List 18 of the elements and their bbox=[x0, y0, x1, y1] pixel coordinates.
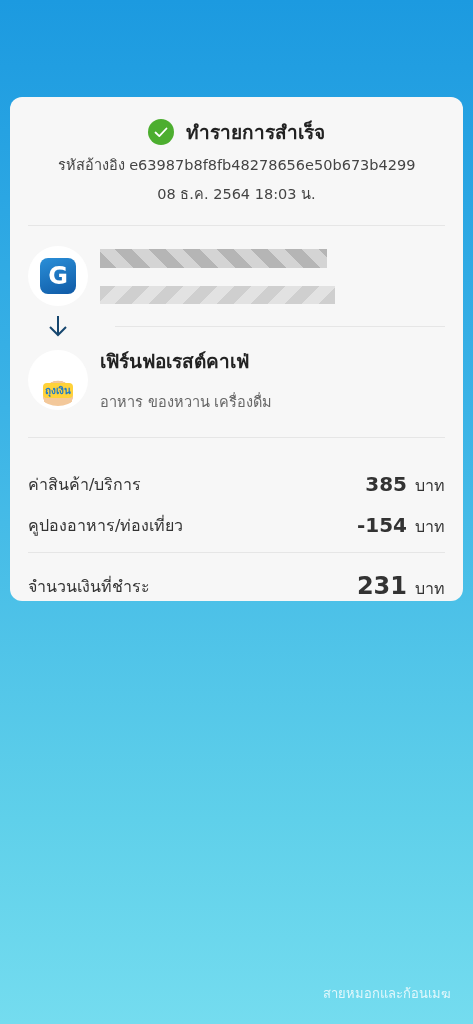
amount-label: คูปองอาหาร/ท่องเที่ยว bbox=[28, 514, 184, 538]
currency-unit: บาท bbox=[415, 515, 445, 538]
check-icon bbox=[148, 119, 174, 145]
theme-name: สายหมอกและก้อนเมฆ bbox=[323, 985, 451, 1003]
currency-unit: บาท bbox=[415, 577, 445, 600]
amount-value: 231 bbox=[356, 571, 407, 600]
merchant-category: อาหาร ของหวาน เครื่องดื่ม bbox=[100, 391, 273, 412]
amount-value: -154 bbox=[356, 512, 407, 537]
app-logo-icon: G bbox=[40, 258, 76, 294]
transaction-date: 08 ธ.ค. 2564 18:03 น. bbox=[157, 185, 316, 204]
merchant-name: เฟิร์นฟอเรสต์คาเฟ่ bbox=[100, 349, 250, 374]
status-title: ทำรายการสำเร็จ bbox=[186, 119, 325, 145]
reference-number: รหัสอ้างอิง e63987b8f8fb48278656e50b673b4299 bbox=[57, 156, 416, 175]
amount-value: 385 bbox=[365, 471, 407, 496]
amount-label: จำนวนเงินที่ชำระ bbox=[28, 575, 150, 598]
amount-label: ค่าสินค้า/บริการ bbox=[28, 474, 142, 496]
currency-unit: บาท bbox=[415, 474, 445, 497]
down-arrow-icon bbox=[48, 315, 68, 337]
